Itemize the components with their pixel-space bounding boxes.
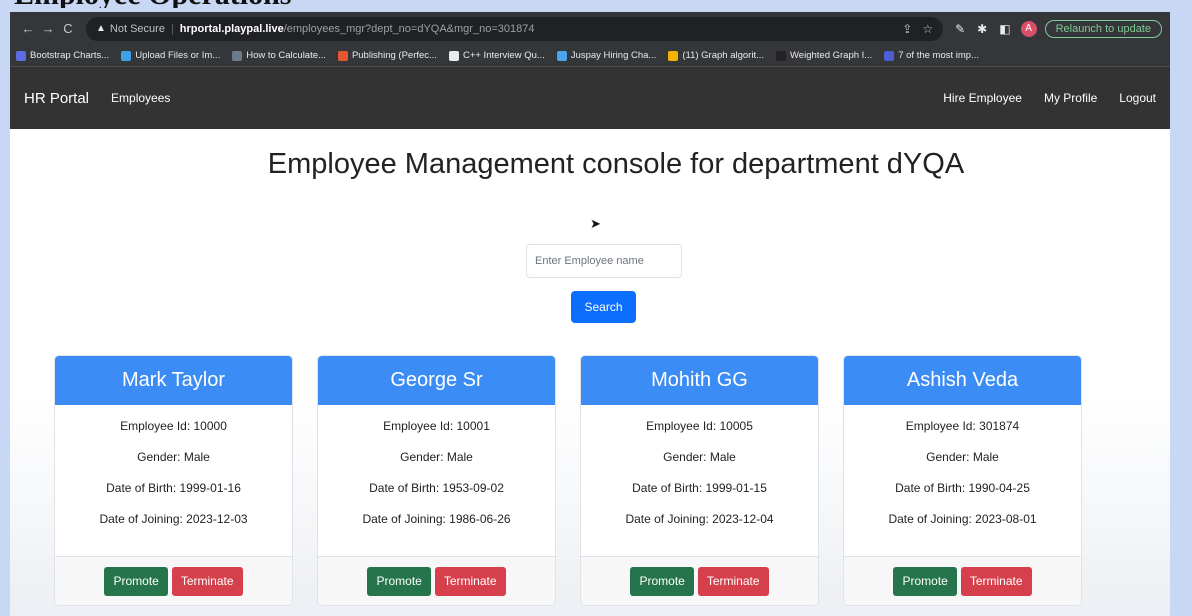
employee-search-input[interactable] [526,244,682,278]
address-bar: ← → C ▲ Not Secure | hrportal.playpal.li… [10,12,1170,45]
bookmark-item[interactable]: Bootstrap Charts... [16,50,109,61]
bookmark-label: How to Calculate... [246,50,326,61]
card-actions: Promote Terminate [318,556,555,605]
employee-id: Employee Id: 301874 [905,419,1020,433]
employee-dob: Date of Birth: 1999-01-16 [106,481,241,495]
back-icon[interactable]: ← [18,21,38,36]
employee-gender: Gender: Male [137,450,210,464]
nav-my-profile[interactable]: My Profile [1044,91,1097,105]
employee-name: Mohith GG [581,356,818,405]
card-actions: Promote Terminate [581,556,818,605]
employee-gender: Gender: Male [926,450,999,464]
search-button[interactable]: Search [571,291,636,323]
side-panel-icon[interactable]: ◧ [999,22,1010,36]
security-label[interactable]: Not Secure [110,23,165,35]
slide-title: Employee Operations [14,0,292,8]
terminate-button[interactable]: Terminate [171,566,243,596]
reload-icon[interactable]: C [58,21,78,36]
share-icon[interactable]: ⇪ [902,22,912,36]
employee-doj: Date of Joining: 2023-12-03 [99,512,248,526]
employee-details: Employee Id: 10000 Gender: Male Date of Bi… [55,411,292,535]
bookmark-item[interactable]: Weighted Graph I... [776,50,872,61]
mouse-cursor-icon: ➤ [590,216,601,231]
bookmark-label: C++ Interview Qu... [462,50,545,61]
bookmark-label: (11) Graph algorit... [682,50,765,61]
url-host: hrportal.playpal.live [179,22,284,35]
bookmark-favicon-icon [776,50,787,61]
terminate-button[interactable]: Terminate [434,566,506,596]
url-path: /employees_mgr?dept_no=dYQA&mgr_no=30187… [283,22,535,35]
employee-id: Employee Id: 10000 [120,419,227,433]
employee-details: Employee Id: 301874 Gender: Male Date of B… [844,411,1081,535]
brand-link[interactable]: HR Portal [24,90,89,107]
employee-card: Ashish Veda Employee Id: 301874 Gender: Ma… [843,355,1082,606]
employee-card: Mohith GG Employee Id: 10005 Gender: Male D… [580,355,819,606]
bookmark-label: Bootstrap Charts... [30,50,110,61]
pen-icon[interactable]: ✎ [955,22,965,36]
terminate-button[interactable]: Terminate [697,566,769,596]
bookmark-item[interactable]: How to Calculate... [232,50,326,61]
bookmark-label: Publishing (Perfec... [351,50,437,61]
employee-name: Mark Taylor [55,356,292,405]
employee-details: Employee Id: 10001 Gender: Male Date of Bi… [318,411,555,535]
forward-icon[interactable]: → [38,21,58,36]
bookmark-item[interactable]: Upload Files or Im... [121,50,220,61]
card-actions: Promote Terminate [844,556,1081,605]
nav-employees[interactable]: Employees [111,91,170,105]
profile-avatar[interactable]: A [1020,20,1037,37]
app-navbar: HR Portal Employees Hire Employee My Pro… [10,67,1170,129]
bookmark-favicon-icon [16,50,26,61]
card-actions: Promote Terminate [55,556,292,605]
main-content: Employee Management console for departme… [10,129,1170,616]
relaunch-button[interactable]: Relaunch to update [1044,19,1162,38]
employee-gender: Gender: Male [663,450,736,464]
employee-gender: Gender: Male [400,450,473,464]
warning-icon: ▲ [96,23,106,34]
employee-doj: Date of Joining: 2023-08-01 [888,512,1037,526]
bookmark-favicon-icon [448,50,459,61]
bookmark-favicon-icon [337,50,348,61]
terminate-button[interactable]: Terminate [960,566,1032,596]
bookmark-star-icon[interactable]: ☆ [922,22,933,36]
employee-doj: Date of Joining: 1986-06-26 [362,512,511,526]
employee-card: Mark Taylor Employee Id: 10000 Gender: Mal… [54,355,293,606]
employee-name: Ashish Veda [844,356,1081,405]
nav-hire-employee[interactable]: Hire Employee [943,91,1022,105]
employee-dob: Date of Birth: 1999-01-15 [632,481,767,495]
bookmark-item[interactable]: (11) Graph algorit... [668,50,764,61]
promote-button[interactable]: Promote [367,566,431,596]
promote-button[interactable]: Promote [104,566,168,596]
bookmark-item[interactable]: Publishing (Perfec... [337,50,437,61]
bookmark-favicon-icon [556,50,567,61]
bookmark-label: 7 of the most imp... [898,50,980,61]
bookmark-item[interactable]: C++ Interview Qu... [448,50,545,61]
employee-doj: Date of Joining: 2023-12-04 [625,512,774,526]
promote-button[interactable]: Promote [893,566,957,596]
promote-button[interactable]: Promote [630,566,694,596]
bookmarks-bar: Bootstrap Charts... Upload Files or Im...… [10,45,1170,67]
employee-card: George Sr Employee Id: 10001 Gender: Male D… [317,355,556,606]
bookmark-favicon-icon [668,50,679,61]
employee-name: George Sr [318,356,555,405]
url-separator: | [170,22,174,35]
page-title: Employee Management console for departme… [267,148,965,180]
employee-id: Employee Id: 10001 [383,419,490,433]
bookmark-favicon-icon [884,50,895,61]
bookmark-item[interactable]: Juspay Hiring Cha... [556,50,657,61]
bookmark-label: Upload Files or Im... [135,50,221,61]
extensions-icon[interactable]: ✱ [977,22,987,36]
employee-dob: Date of Birth: 1990-04-25 [895,481,1030,495]
bookmark-item[interactable]: 7 of the most imp... [884,50,979,61]
bookmark-favicon-icon [121,50,132,61]
bookmark-favicon-icon [232,50,243,61]
browser-window: ← → C ▲ Not Secure | hrportal.playpal.li… [10,12,1170,616]
employee-details: Employee Id: 10005 Gender: Male Date of Bi… [581,411,818,535]
bookmark-label: Juspay Hiring Cha... [570,50,657,61]
employee-id: Employee Id: 10005 [646,419,753,433]
employee-dob: Date of Birth: 1953-09-02 [369,481,504,495]
bookmark-label: Weighted Graph I... [790,50,873,61]
url-field[interactable]: ▲ Not Secure | hrportal.playpal.live /em… [86,16,944,41]
nav-logout[interactable]: Logout [1119,91,1156,105]
